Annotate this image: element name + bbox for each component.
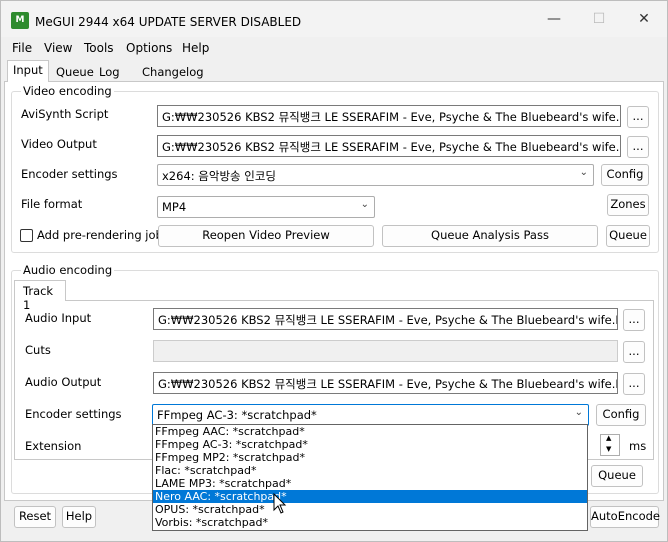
- tab-input[interactable]: Input: [7, 60, 49, 82]
- audio-encoder-settings-label: Encoder settings: [25, 407, 122, 421]
- tab-track-1[interactable]: Track 1: [14, 280, 66, 312]
- title-bar: M MeGUI 2944 x64 UPDATE SERVER DISABLED …: [1, 1, 667, 37]
- video-output-label: Video Output: [21, 137, 97, 151]
- audio-output-field[interactable]: G:₩₩230526 KBS2 뮤직뱅크 LE SSERAFIM - Eve, …: [153, 372, 618, 394]
- tab-log[interactable]: Log: [93, 62, 126, 81]
- dropdown-option[interactable]: FFmpeg AAC: *scratchpad*: [153, 425, 587, 438]
- audio-input-field[interactable]: G:₩₩230526 KBS2 뮤직뱅크 LE SSERAFIM - Eve, …: [153, 308, 618, 330]
- main-tabs: Input Queue Log Changelog: [1, 60, 667, 82]
- dropdown-option[interactable]: FFmpeg AC-3: *scratchpad*: [153, 438, 587, 451]
- tab-changelog[interactable]: Changelog: [136, 62, 210, 81]
- megui-window: M MeGUI 2944 x64 UPDATE SERVER DISABLED …: [0, 0, 668, 542]
- video-encoder-value: x264: 음악방송 인코딩: [162, 169, 277, 183]
- queue-analysis-pass-button[interactable]: Queue Analysis Pass: [382, 225, 598, 247]
- reset-button[interactable]: Reset: [14, 506, 56, 528]
- menu-bar: File View Tools Options Help: [1, 38, 667, 58]
- zones-button[interactable]: Zones: [607, 194, 649, 216]
- file-format-label: File format: [21, 197, 83, 211]
- video-output-browse-button[interactable]: ...: [627, 136, 649, 158]
- window-title: MeGUI 2944 x64 UPDATE SERVER DISABLED: [35, 15, 302, 29]
- spin-down-icon[interactable]: ▼: [606, 445, 611, 453]
- menu-help[interactable]: Help: [182, 41, 209, 55]
- dropdown-option[interactable]: LAME MP3: *scratchpad*: [153, 477, 587, 490]
- cuts-field[interactable]: [153, 340, 618, 362]
- audio-output-browse-button[interactable]: ...: [623, 373, 645, 395]
- prerender-checkbox[interactable]: [20, 229, 33, 242]
- file-format-select[interactable]: MP4 ⌄: [157, 196, 375, 218]
- avisynth-browse-button[interactable]: ...: [627, 106, 649, 128]
- menu-file[interactable]: File: [12, 41, 32, 55]
- dropdown-option[interactable]: FFmpeg MP2: *scratchpad*: [153, 451, 587, 464]
- cuts-label: Cuts: [25, 343, 51, 357]
- cuts-browse-button[interactable]: ...: [623, 341, 645, 363]
- video-encoder-select[interactable]: x264: 음악방송 인코딩 ⌄: [157, 164, 594, 186]
- delay-spinner[interactable]: ▲ ▼: [600, 434, 620, 456]
- prerender-label: Add pre-rendering job: [37, 228, 163, 242]
- chevron-down-icon: ⌄: [574, 407, 583, 418]
- audio-encoder-dropdown-list: FFmpeg AAC: *scratchpad* FFmpeg AC-3: *s…: [152, 424, 588, 531]
- dropdown-option-highlighted[interactable]: Nero AAC: *scratchpad*: [153, 490, 587, 503]
- audio-config-button[interactable]: Config: [596, 404, 646, 426]
- close-button[interactable]: ✕: [621, 1, 667, 37]
- menu-tools[interactable]: Tools: [84, 41, 114, 55]
- chevron-down-icon: ⌄: [360, 199, 369, 210]
- reopen-video-preview-button[interactable]: Reopen Video Preview: [158, 225, 374, 247]
- autoencode-button[interactable]: AutoEncode: [590, 506, 660, 528]
- audio-queue-button[interactable]: Queue: [591, 465, 643, 487]
- audio-input-label: Audio Input: [25, 311, 92, 325]
- video-encoding-title: Video encoding: [21, 84, 114, 98]
- app-icon: M: [11, 12, 29, 29]
- audio-output-label: Audio Output: [25, 375, 102, 389]
- maximize-button[interactable]: ☐: [576, 1, 622, 37]
- video-encoder-settings-label: Encoder settings: [21, 167, 118, 181]
- file-format-value: MP4: [162, 200, 187, 214]
- audio-encoding-title: Audio encoding: [21, 263, 115, 277]
- video-queue-button[interactable]: Queue: [606, 225, 650, 247]
- audio-encoder-select[interactable]: FFmpeg AC-3: *scratchpad* ⌄: [152, 404, 589, 426]
- audio-encoder-value: FFmpeg AC-3: *scratchpad*: [157, 408, 317, 422]
- chevron-down-icon: ⌄: [579, 167, 588, 178]
- menu-view[interactable]: View: [44, 41, 72, 55]
- avisynth-script-field[interactable]: G:₩₩230526 KBS2 뮤직뱅크 LE SSERAFIM - Eve, …: [157, 105, 621, 127]
- ms-label: ms: [629, 439, 647, 453]
- mouse-cursor-icon: [273, 493, 287, 514]
- avisynth-script-label: AviSynth Script: [21, 107, 109, 121]
- video-config-button[interactable]: Config: [601, 164, 649, 186]
- video-output-field[interactable]: G:₩₩230526 KBS2 뮤직뱅크 LE SSERAFIM - Eve, …: [157, 135, 621, 157]
- dropdown-option[interactable]: Vorbis: *scratchpad*: [153, 516, 587, 529]
- dropdown-option[interactable]: OPUS: *scratchpad*: [153, 503, 587, 516]
- minimize-button[interactable]: —: [531, 1, 577, 37]
- audio-input-browse-button[interactable]: ...: [623, 309, 645, 331]
- dropdown-option[interactable]: Flac: *scratchpad*: [153, 464, 587, 477]
- spin-up-icon[interactable]: ▲: [606, 434, 611, 442]
- extension-label: Extension: [25, 439, 82, 453]
- help-button[interactable]: Help: [62, 506, 96, 528]
- menu-options[interactable]: Options: [126, 41, 172, 55]
